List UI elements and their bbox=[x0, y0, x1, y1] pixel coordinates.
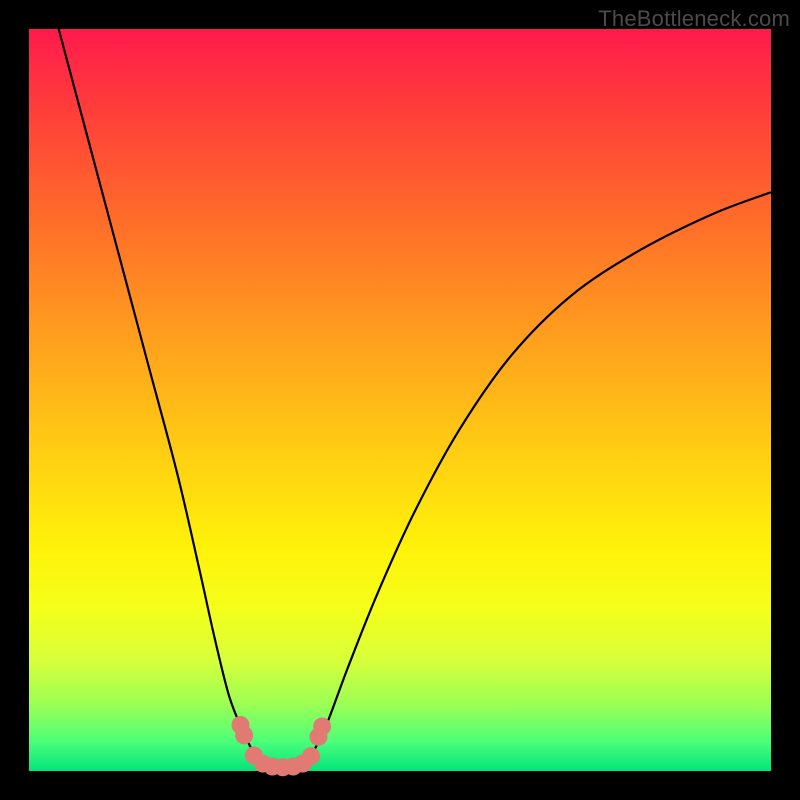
marker-dot bbox=[235, 726, 253, 744]
marker-dot bbox=[313, 717, 331, 735]
curve-right-branch bbox=[311, 192, 771, 756]
chart-overlay bbox=[29, 29, 771, 771]
watermark-text: TheBottleneck.com bbox=[598, 6, 790, 32]
marker-dot bbox=[302, 747, 320, 765]
curve-left-branch bbox=[59, 29, 256, 756]
